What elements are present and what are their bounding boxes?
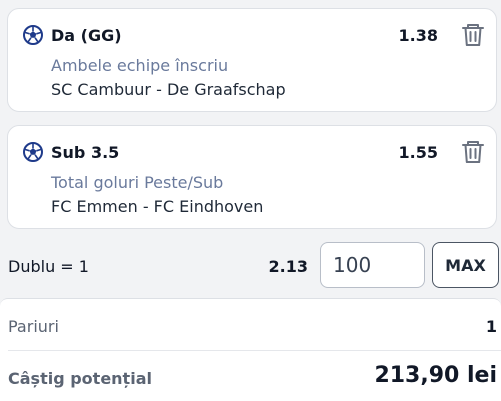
- divider: [8, 350, 501, 351]
- selection-card: Da (GG) 1.38 Ambele echipe înscriu SC Ca…: [7, 8, 497, 112]
- max-button[interactable]: MAX: [432, 242, 499, 288]
- potential-win-label: Câștig potențial: [8, 369, 152, 388]
- market-name: Ambele echipe înscriu: [51, 56, 229, 75]
- trash-icon[interactable]: [460, 22, 486, 48]
- soccer-ball-icon: [23, 25, 43, 45]
- selection-odds: 1.38: [398, 26, 438, 45]
- selection-name: Da (GG): [51, 26, 122, 45]
- bet-type-label: Dublu = 1: [8, 257, 89, 276]
- bet-summary: Pariuri 1 Câștig potențial 213,90 lei: [0, 298, 501, 401]
- total-odds: 2.13: [268, 257, 308, 276]
- bets-label: Pariuri: [8, 317, 59, 336]
- match-name: SC Cambuur - De Graafschap: [51, 80, 286, 99]
- potential-win-value: 213,90 lei: [374, 363, 497, 388]
- bets-count: 1: [485, 317, 497, 336]
- selection-odds: 1.55: [398, 143, 438, 162]
- selection-card: Sub 3.5 1.55 Total goluri Peste/Sub FC E…: [7, 125, 497, 229]
- match-name: FC Emmen - FC Eindhoven: [51, 197, 264, 216]
- selection-name: Sub 3.5: [51, 143, 120, 162]
- soccer-ball-icon: [23, 142, 43, 162]
- market-name: Total goluri Peste/Sub: [51, 173, 224, 192]
- trash-icon[interactable]: [460, 139, 486, 165]
- stake-input[interactable]: [320, 242, 425, 288]
